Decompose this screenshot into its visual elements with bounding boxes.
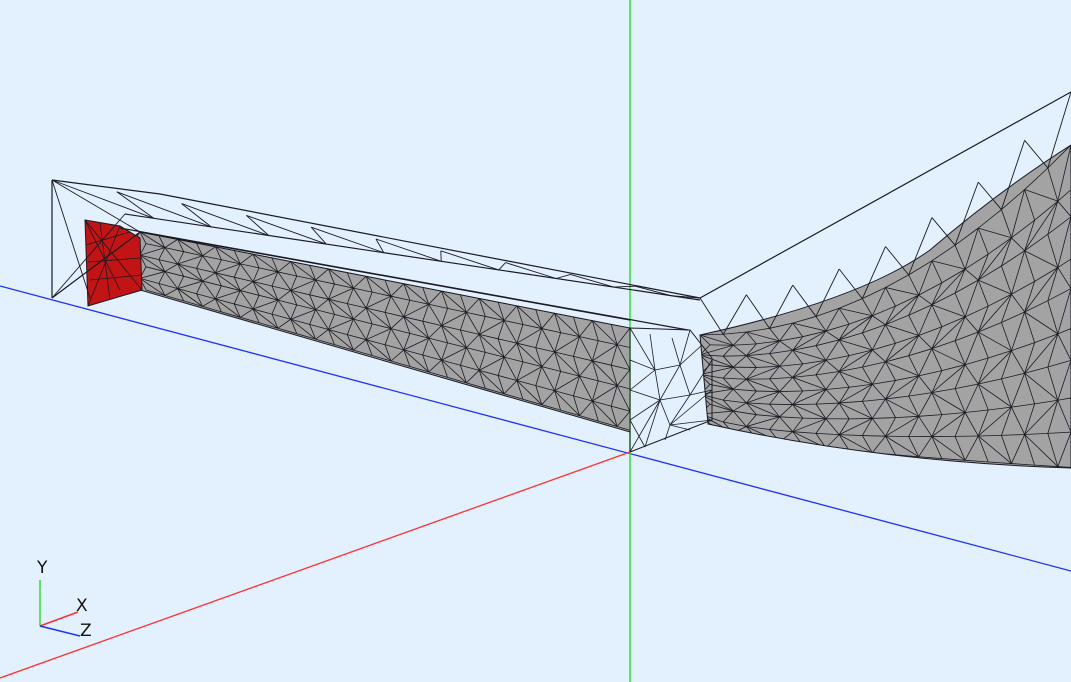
triad-z-label: Z — [80, 621, 92, 641]
junction-wireframe[interactable] — [629, 327, 713, 453]
3d-viewport[interactable]: Y X Z — [0, 0, 1071, 682]
triad-x-line — [39, 611, 79, 627]
mesh-curved-region[interactable] — [699, 144, 1071, 469]
triad-x-label: X — [76, 596, 88, 616]
triad-z-line — [39, 625, 81, 637]
selected-end-face[interactable] — [84, 219, 143, 307]
triad-y-label: Y — [36, 558, 48, 578]
mesh-beam[interactable] — [119, 231, 636, 433]
x-axis-line — [0, 451, 631, 679]
orientation-triad: Y X Z — [36, 558, 92, 641]
